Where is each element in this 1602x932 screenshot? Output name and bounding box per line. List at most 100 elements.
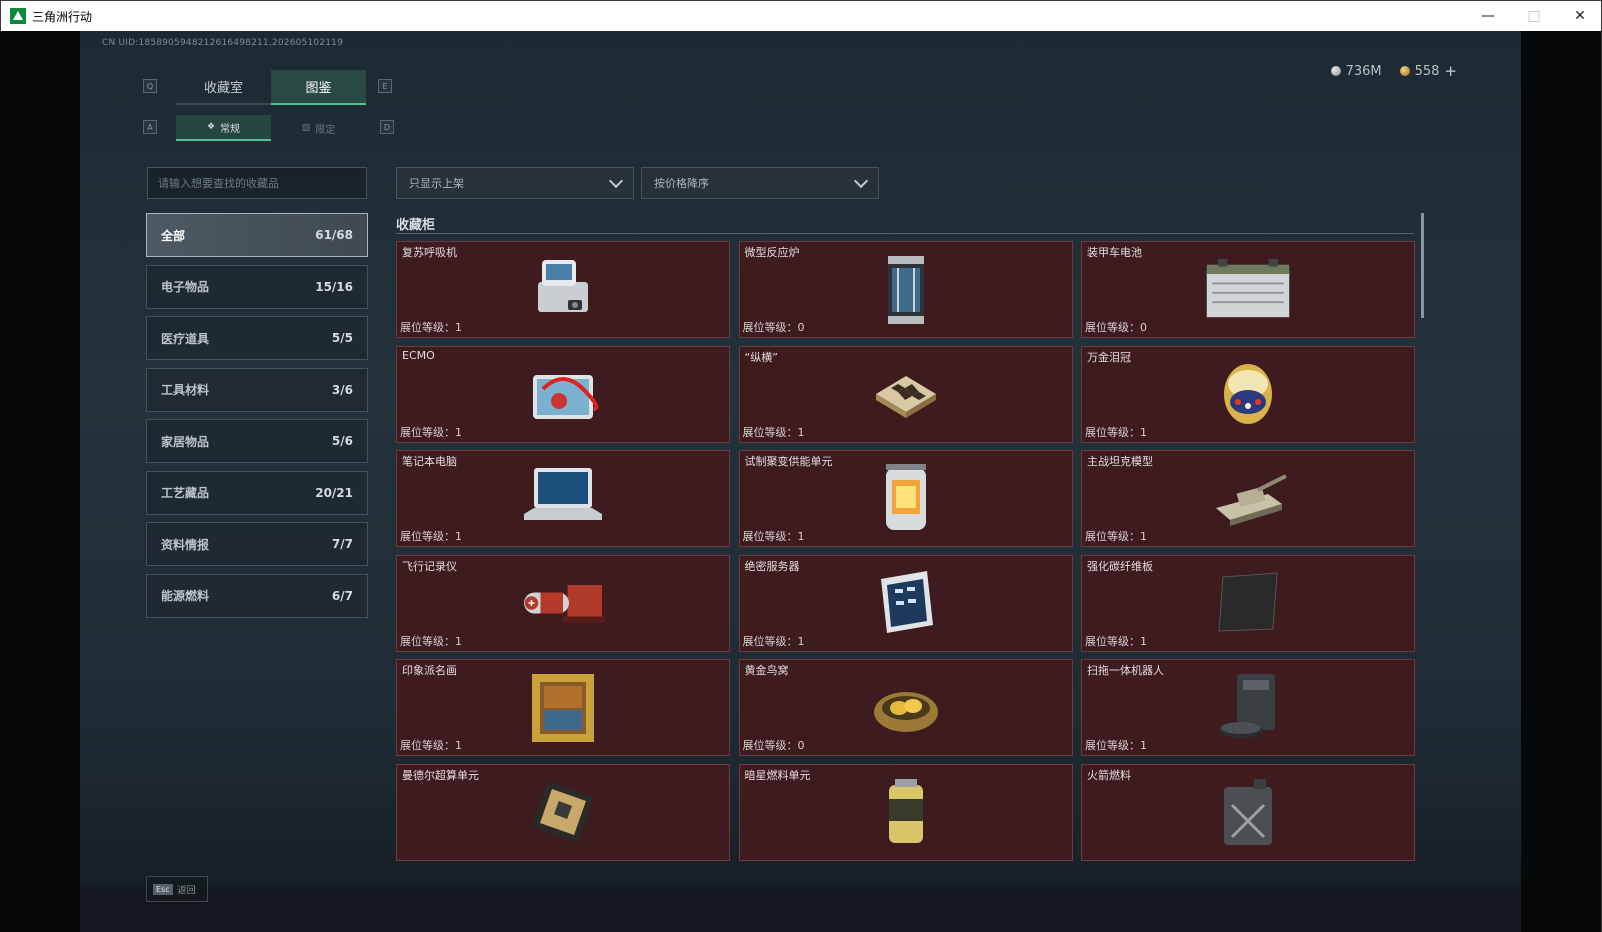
silver-amount: 736M — [1345, 63, 1382, 79]
item-name: 万金泪冠 — [1087, 350, 1131, 364]
item-name: ECMO — [402, 348, 435, 362]
collection-card[interactable]: 飞行记录仪 展位等级：1 — [396, 554, 730, 652]
collection-card[interactable]: 印象派名画 展位等级：1 — [396, 659, 730, 756]
currency-bar: 736M 558 + — [1330, 62, 1457, 80]
subtab-limited-label: 限定 — [315, 124, 336, 136]
chevron-down-icon — [608, 173, 624, 188]
item-name: 强化碳纤维板 — [1087, 559, 1153, 573]
tab-collection-room[interactable]: 收藏室 — [176, 70, 271, 105]
item-level: 展位等级：0 — [742, 739, 805, 752]
main-tabs: 收藏室 图鉴 — [176, 70, 366, 105]
fuel-cell-icon — [861, 776, 951, 848]
limited-icon: ▧ — [301, 123, 311, 133]
item-level: 展位等级：1 — [400, 321, 462, 334]
category-count: 5/6 — [331, 434, 353, 448]
key-hint-q: Q — [143, 79, 157, 93]
subtab-regular-label: 常规 — [220, 123, 241, 135]
add-currency-button[interactable]: + — [1444, 62, 1457, 80]
collection-card[interactable]: 万金泪冠 展位等级：1 — [1081, 345, 1415, 443]
uid-label: CN UID:1858905948212616498211,2026051021… — [102, 38, 344, 48]
jerrycan-icon — [1203, 776, 1293, 848]
back-button[interactable]: Esc 返回 — [146, 876, 208, 902]
search-input[interactable] — [158, 176, 366, 190]
reactor-icon — [861, 254, 951, 326]
shelf-filter-dropdown[interactable]: 只显示上架 — [396, 167, 634, 199]
category-household[interactable]: 家居物品 5/6 — [146, 419, 368, 463]
gold-coin-icon — [1399, 66, 1410, 76]
item-level: 展位等级：0 — [742, 321, 805, 334]
collection-grid-viewport: 复苏呼吸机 展位等级：1 微型反应炉 展位等级：0 装甲车电池 展位等级：0 E… — [396, 241, 1416, 868]
key-hint-a: A — [143, 120, 157, 134]
item-name: 扫拖一体机器人 — [1087, 664, 1164, 677]
collection-card[interactable]: 火箭燃料 — [1081, 763, 1415, 861]
chevron-down-icon — [853, 173, 869, 188]
subtab-limited[interactable]: ▧ 限定 — [271, 115, 366, 141]
close-button[interactable]: ✕ — [1557, 1, 1602, 31]
painting-icon — [518, 672, 608, 744]
minimize-button[interactable]: — — [1465, 1, 1511, 31]
item-name: “纵横” — [744, 350, 778, 364]
window-title: 三角洲行动 — [32, 9, 93, 24]
collection-card[interactable]: 装甲车电池 展位等级：0 — [1081, 241, 1415, 338]
category-label: 家居物品 — [161, 434, 210, 449]
collection-card[interactable]: 复苏呼吸机 展位等级：1 — [396, 241, 730, 338]
item-level: 展位等级：1 — [742, 530, 805, 543]
app-logo-icon — [10, 8, 26, 24]
tab-codex[interactable]: 图鉴 — [271, 70, 366, 105]
category-label: 能源燃料 — [161, 589, 210, 603]
item-name: 主战坦克模型 — [1087, 455, 1153, 468]
collection-grid: 复苏呼吸机 展位等级：1 微型反应炉 展位等级：0 装甲车电池 展位等级：0 E… — [396, 241, 1416, 861]
collection-card[interactable]: “纵横” 展位等级：1 — [738, 345, 1073, 443]
collection-card[interactable]: 黄金鸟窝 展位等级：0 — [738, 659, 1073, 756]
category-count: 20/21 — [315, 485, 353, 500]
carbon-plate-icon — [1203, 567, 1293, 639]
category-label: 全部 — [161, 228, 186, 243]
title-bar: 三角洲行动 — □ ✕ — [1, 1, 1601, 31]
item-name: 笔记本电脑 — [402, 455, 457, 468]
subtab-regular[interactable]: ❖ 常规 — [176, 115, 271, 141]
category-crafts[interactable]: 工艺藏品 20/21 — [146, 470, 368, 515]
category-all[interactable]: 全部 61/68 — [146, 213, 368, 257]
category-count: 7/7 — [331, 537, 353, 551]
collection-card[interactable]: 主战坦克模型 展位等级：1 — [1081, 450, 1415, 547]
tank-model-icon — [1203, 463, 1293, 535]
collection-card[interactable]: 试制聚变供能单元 展位等级：1 — [738, 450, 1073, 547]
collection-card[interactable]: 扫拖一体机器人 展位等级：1 — [1081, 659, 1415, 756]
item-name: 曼德尔超算单元 — [402, 768, 479, 782]
section-divider — [396, 233, 1414, 234]
collection-card[interactable]: 曼德尔超算单元 — [396, 763, 730, 861]
collection-card[interactable]: 强化碳纤维板 展位等级：1 — [1081, 554, 1415, 652]
item-level: 展位等级：1 — [400, 530, 462, 543]
shelf-filter-value: 只显示上架 — [409, 177, 464, 190]
esc-key-hint: Esc — [153, 883, 173, 895]
collection-card[interactable]: ECMO 展位等级：1 — [396, 345, 730, 443]
category-electronics[interactable]: 电子物品 15/16 — [146, 264, 368, 309]
category-tools[interactable]: 工具材料 3/6 — [146, 367, 368, 412]
category-count: 61/68 — [315, 228, 353, 242]
maximize-button[interactable]: □ — [1511, 1, 1557, 31]
back-label: 返回 — [177, 885, 196, 896]
search-box[interactable] — [147, 167, 367, 199]
bottom-strip — [80, 887, 1521, 932]
category-count: 6/7 — [331, 588, 353, 603]
key-hint-e: E — [378, 79, 392, 93]
item-name: 印象派名画 — [402, 664, 457, 677]
category-intel[interactable]: 资料情报 7/7 — [146, 522, 368, 566]
category-fuel[interactable]: 能源燃料 6/7 — [146, 573, 368, 618]
item-level: 展位等级：1 — [742, 634, 805, 648]
category-medical[interactable]: 医疗道具 5/5 — [146, 316, 368, 360]
collection-card[interactable]: 笔记本电脑 展位等级：1 — [396, 450, 730, 547]
item-level: 展位等级：1 — [1085, 634, 1147, 648]
grid-scrollbar[interactable] — [1421, 213, 1424, 318]
item-level: 展位等级：1 — [1085, 739, 1147, 752]
item-level: 展位等级：1 — [400, 425, 462, 439]
category-label: 电子物品 — [161, 280, 210, 294]
regular-icon: ❖ — [206, 122, 216, 132]
sort-dropdown[interactable]: 按价格降序 — [641, 167, 879, 199]
collection-card[interactable]: 绝密服务器 展位等级：1 — [738, 554, 1073, 652]
robot-vacuum-icon — [1203, 672, 1293, 744]
collection-card[interactable]: 暗星燃料单元 — [738, 763, 1073, 861]
key-hint-d: D — [380, 120, 394, 134]
collection-card[interactable]: 微型反应炉 展位等级：0 — [738, 241, 1073, 338]
jeweled-egg-icon — [1203, 358, 1293, 430]
